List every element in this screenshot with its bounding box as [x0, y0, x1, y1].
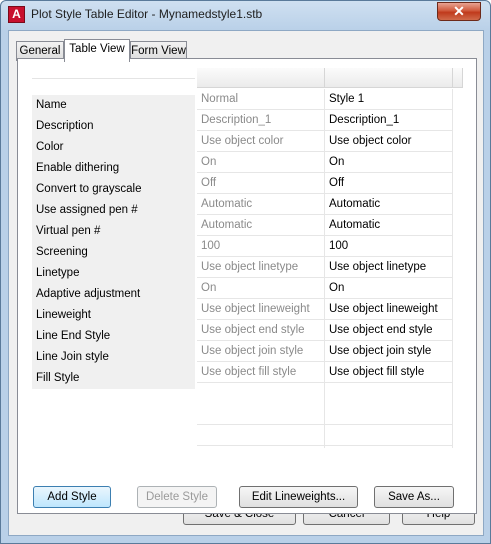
column-header-default[interactable] — [197, 68, 325, 88]
cell-style1-value[interactable]: Off — [325, 173, 453, 194]
cell-style1-value[interactable]: Use object lineweight — [325, 299, 453, 320]
table-view-pane: Name Normal Style 1 Description Description_… — [17, 58, 477, 514]
cell-default-value[interactable]: Off — [197, 173, 325, 194]
row-header[interactable]: Color — [32, 137, 195, 158]
cell-default-value[interactable]: Normal — [197, 89, 325, 110]
cell-default-value[interactable]: On — [197, 278, 325, 299]
cell-style1-value[interactable]: Use object join style — [325, 341, 453, 362]
cell-default-value[interactable]: Use object join style — [197, 341, 325, 362]
save-as-button[interactable]: Save As... — [374, 486, 454, 508]
cell-style1-value[interactable]: On — [325, 278, 453, 299]
cell-default-value[interactable]: Automatic — [197, 194, 325, 215]
autocad-app-icon[interactable]: A — [8, 6, 25, 23]
row-header[interactable]: Fill Style — [32, 368, 195, 389]
row-header[interactable]: Description — [32, 116, 195, 137]
cell-style1-value[interactable]: Description_1 — [325, 110, 453, 131]
style-properties-grid[interactable]: Name Normal Style 1 Description Description_… — [32, 68, 463, 448]
cell-style1-value[interactable]: Automatic — [325, 194, 453, 215]
add-style-button[interactable]: Add Style — [33, 486, 111, 508]
dialog-window: A Plot Style Table Editor - Mynamedstyle… — [0, 0, 491, 544]
title-bar[interactable]: A Plot Style Table Editor - Mynamedstyle… — [1, 1, 490, 28]
row-header[interactable]: Line End Style — [32, 326, 195, 347]
cell-style1-value[interactable]: Style 1 — [325, 89, 453, 110]
tab-table-view[interactable]: Table View — [64, 39, 130, 62]
row-header[interactable]: Virtual pen # — [32, 221, 195, 242]
row-header[interactable]: Line Join style — [32, 347, 195, 368]
cell-style1-value[interactable]: 100 — [325, 236, 453, 257]
cell-style1-value[interactable]: Use object linetype — [325, 257, 453, 278]
window-title: Plot Style Table Editor - Mynamedstyle1.… — [31, 7, 263, 21]
cell-default-value[interactable]: Use object color — [197, 131, 325, 152]
delete-style-button[interactable]: Delete Style — [137, 486, 217, 508]
empty-cell — [325, 425, 453, 446]
cell-style1-value[interactable]: Automatic — [325, 215, 453, 236]
cell-default-value[interactable]: On — [197, 152, 325, 173]
row-header[interactable]: Name — [32, 95, 195, 116]
empty-cell — [325, 404, 453, 425]
dialog-client-area: General Table View Form View Name Normal S… — [8, 30, 484, 536]
cell-default-value[interactable]: Automatic — [197, 215, 325, 236]
empty-cell — [197, 425, 325, 446]
grid-corner — [32, 68, 195, 78]
column-header-style1[interactable] — [325, 68, 453, 88]
grid-header-divider — [32, 78, 195, 79]
row-header[interactable]: Lineweight — [32, 305, 195, 326]
row-header[interactable]: Screening — [32, 242, 195, 263]
column-header-filler — [453, 68, 463, 88]
row-header[interactable]: Enable dithering — [32, 158, 195, 179]
row-header[interactable]: Linetype — [32, 263, 195, 284]
cell-style1-value[interactable]: On — [325, 152, 453, 173]
row-header[interactable]: Use assigned pen # — [32, 200, 195, 221]
cell-default-value[interactable]: Use object linetype — [197, 257, 325, 278]
edit-lineweights-button[interactable]: Edit Lineweights... — [239, 486, 358, 508]
empty-cell — [197, 404, 325, 425]
cell-style1-value[interactable]: Use object color — [325, 131, 453, 152]
cell-default-value[interactable]: Description_1 — [197, 110, 325, 131]
close-window-button[interactable]: ✕ — [437, 2, 481, 21]
cell-default-value[interactable]: Use object end style — [197, 320, 325, 341]
cell-style1-value[interactable]: Use object fill style — [325, 362, 453, 383]
cell-style1-value[interactable]: Use object end style — [325, 320, 453, 341]
cell-default-value[interactable]: Use object lineweight — [197, 299, 325, 320]
cell-default-value[interactable]: Use object fill style — [197, 362, 325, 383]
row-header[interactable]: Adaptive adjustment — [32, 284, 195, 305]
row-header[interactable]: Convert to grayscale — [32, 179, 195, 200]
cell-default-value[interactable]: 100 — [197, 236, 325, 257]
